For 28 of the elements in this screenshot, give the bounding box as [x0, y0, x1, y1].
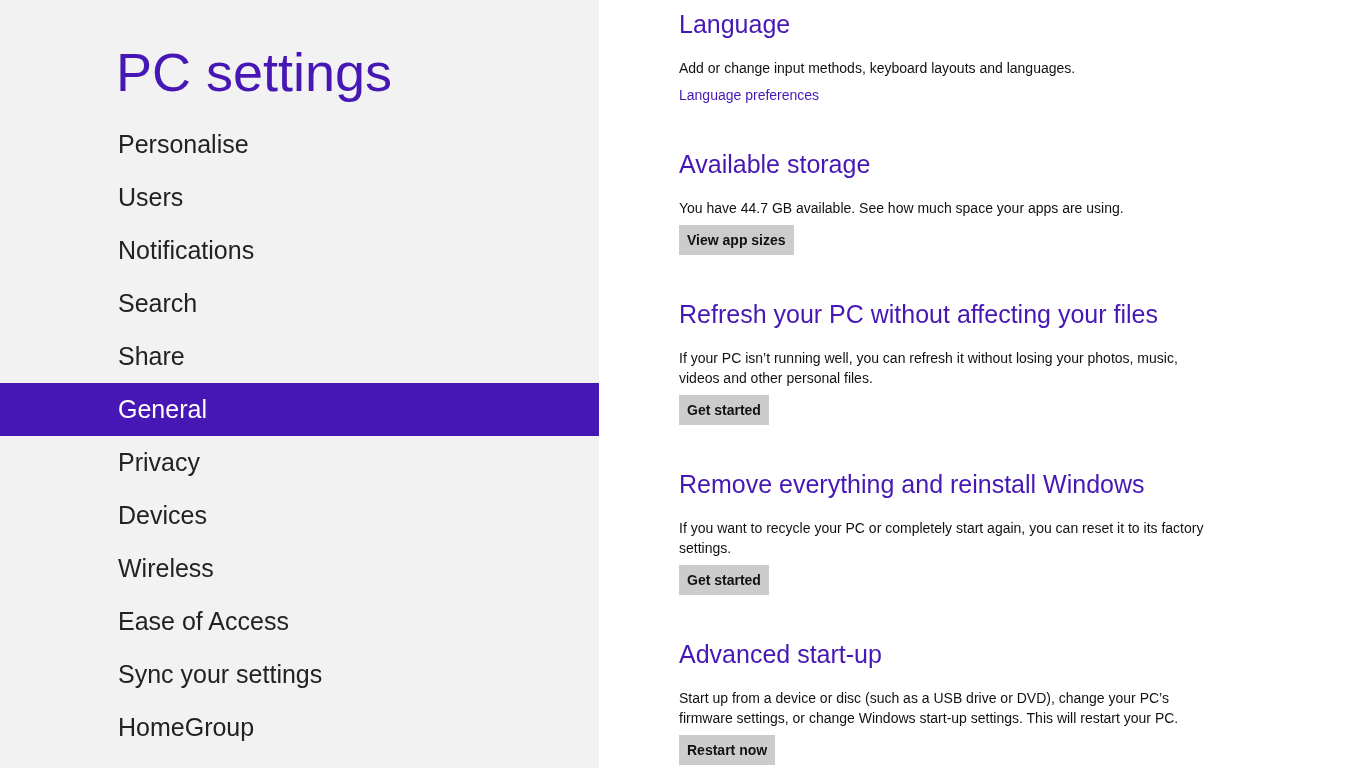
action-button[interactable]: View app sizes: [679, 225, 794, 255]
nav-item[interactable]: Users: [0, 171, 599, 224]
nav-item[interactable]: Sync your settings: [0, 648, 599, 701]
nav-item[interactable]: Privacy: [0, 436, 599, 489]
action-button[interactable]: Get started: [679, 395, 769, 425]
nav-item[interactable]: Share: [0, 330, 599, 383]
nav-item[interactable]: Devices: [0, 489, 599, 542]
section-description: If you want to recycle your PC or completely start again, you can reset it to its factory settings.: [679, 519, 1205, 558]
section-description: Add or change input methods, keyboard layouts and languages.: [679, 59, 1077, 78]
section-description: If your PC isn’t running well, you can refresh it without losing your photos, music, videos and other personal files.: [679, 349, 1179, 388]
nav-item[interactable]: General: [0, 383, 599, 436]
section-heading: Remove everything and reinstall Windows: [679, 469, 1145, 500]
section-heading: Refresh your PC without affecting your files: [679, 299, 1158, 330]
action-button[interactable]: Get started: [679, 565, 769, 595]
nav-item[interactable]: HomeGroup: [0, 701, 599, 754]
language-preferences-link[interactable]: Language preferences: [679, 85, 820, 105]
nav-item[interactable]: Search: [0, 277, 599, 330]
section-description: Start up from a device or disc (such as a USB drive or DVD), change your PC’s firmware settings, or change Windows start-up settings. This will restart your PC.: [679, 689, 1180, 728]
nav-item[interactable]: Wireless: [0, 542, 599, 595]
action-button[interactable]: Restart now: [679, 735, 776, 765]
section-heading: Available storage: [679, 149, 871, 180]
section-description: You have 44.7 GB available. See how much space your apps are using.: [679, 199, 1125, 218]
nav-item[interactable]: Notifications: [0, 224, 599, 277]
nav-item[interactable]: Personalise: [0, 118, 599, 171]
page-title: PC settings: [116, 41, 393, 104]
section-heading: Advanced start-up: [679, 639, 882, 670]
section-heading: Language: [679, 9, 791, 40]
nav-item[interactable]: Ease of Access: [0, 595, 599, 648]
